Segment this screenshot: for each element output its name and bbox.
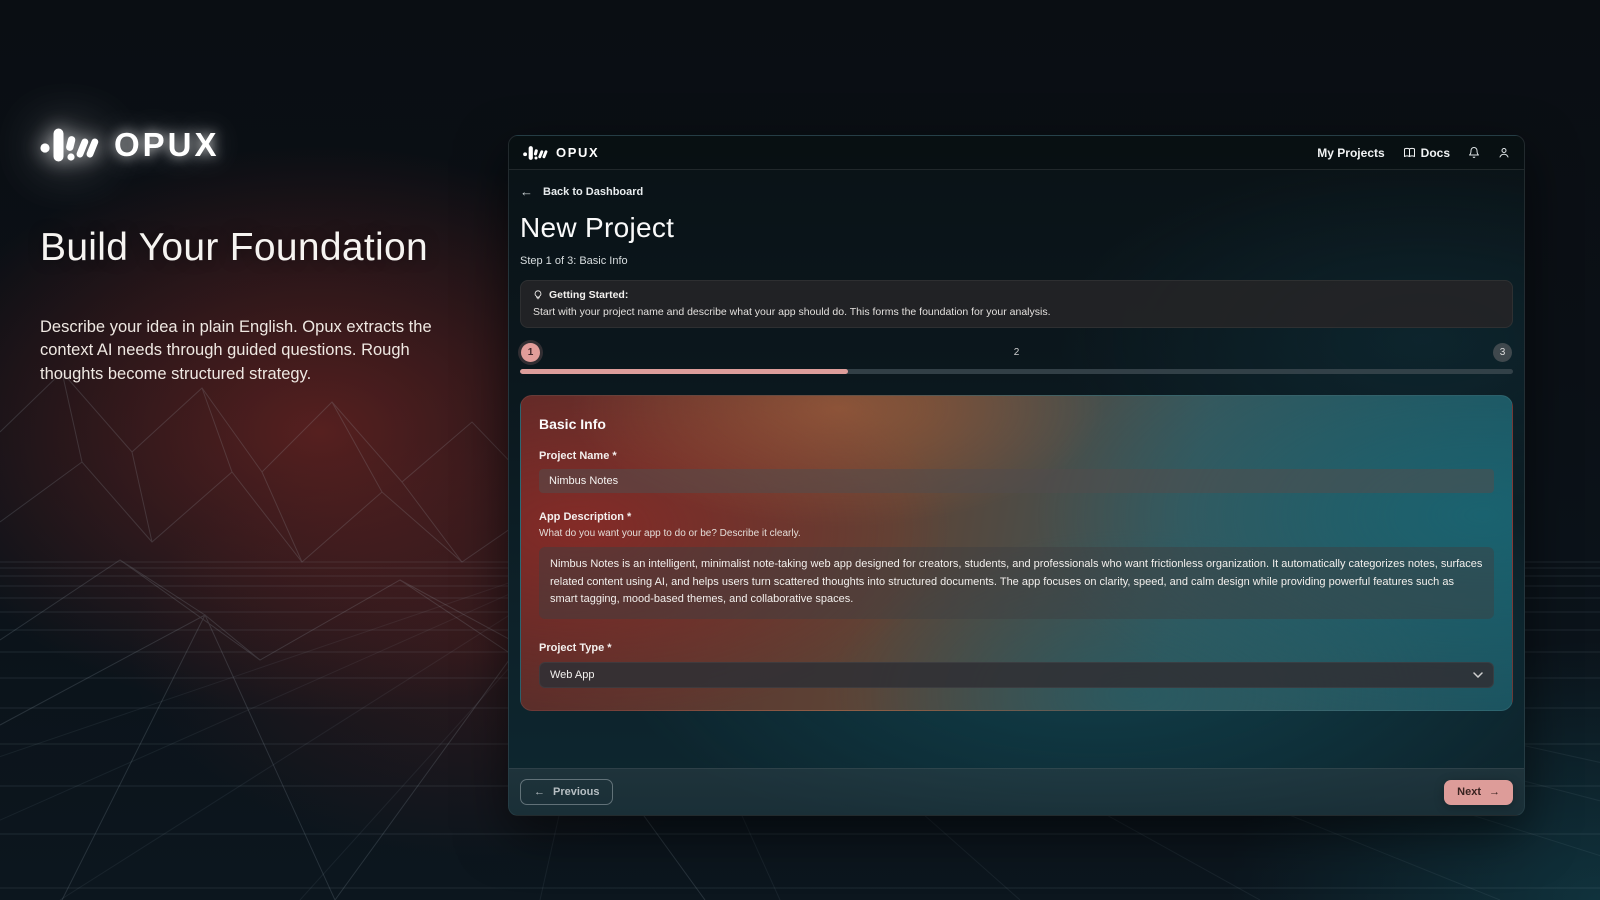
- step-3-marker[interactable]: 3: [1493, 343, 1512, 362]
- chevron-down-icon: [1473, 672, 1483, 678]
- notifications-button[interactable]: [1468, 146, 1480, 159]
- next-button-label: Next: [1457, 786, 1481, 798]
- navbar-logo[interactable]: OPUX: [523, 145, 599, 161]
- user-menu-button[interactable]: [1498, 146, 1510, 159]
- navbar-actions: My Projects Docs: [1317, 146, 1510, 160]
- wizard-steps: 1 2 3: [520, 343, 1513, 362]
- hero-title: Build Your Foundation: [40, 226, 485, 270]
- app-description-textarea[interactable]: Nimbus Notes is an intelligent, minimali…: [539, 547, 1494, 619]
- hero-description: Describe your idea in plain English. Opu…: [40, 316, 470, 386]
- opux-logo-icon: [40, 126, 102, 164]
- app-window: OPUX My Projects Docs: [508, 135, 1525, 816]
- progress-fill: [520, 369, 848, 374]
- hero-logo-text: OPUX: [114, 126, 220, 164]
- project-type-value: Web App: [550, 669, 594, 681]
- nav-docs-label: Docs: [1421, 146, 1450, 160]
- nav-link-my-projects[interactable]: My Projects: [1317, 146, 1384, 160]
- lightbulb-icon: [533, 289, 543, 301]
- project-type-label: Project Type *: [539, 642, 1494, 654]
- opux-logo-icon: [523, 145, 549, 161]
- step-2-marker[interactable]: 2: [1007, 343, 1026, 362]
- hero-panel: OPUX Build Your Foundation Describe your…: [40, 126, 485, 386]
- book-icon: [1403, 147, 1416, 159]
- project-type-select[interactable]: Web App: [539, 662, 1494, 688]
- step-indicator-text: Step 1 of 3: Basic Info: [520, 255, 1513, 267]
- back-to-dashboard-link[interactable]: ← Back to Dashboard: [520, 184, 643, 199]
- back-link-label: Back to Dashboard: [543, 186, 643, 198]
- tip-title: Getting Started:: [549, 289, 628, 301]
- getting-started-tip: Getting Started: Start with your project…: [520, 280, 1513, 328]
- user-icon: [1498, 146, 1510, 159]
- app-description-helper: What do you want your app to do or be? D…: [539, 528, 1494, 539]
- window-body: ← Back to Dashboard New Project Step 1 o…: [509, 184, 1524, 784]
- project-name-label: Project Name *: [539, 450, 1494, 462]
- wizard-footer: ← Previous Next →: [509, 768, 1524, 815]
- nav-link-docs[interactable]: Docs: [1403, 146, 1450, 160]
- hero-logo: OPUX: [40, 126, 485, 164]
- progress-bar-track: [520, 369, 1513, 374]
- nav-my-projects-label: My Projects: [1317, 146, 1384, 160]
- arrow-left-icon: ←: [520, 184, 533, 199]
- page-title: New Project: [520, 212, 1513, 244]
- arrow-left-icon: ←: [534, 786, 545, 798]
- card-title: Basic Info: [539, 416, 1494, 432]
- project-name-input[interactable]: [539, 469, 1494, 493]
- basic-info-card: Basic Info Project Name * App Descriptio…: [520, 395, 1513, 711]
- next-button[interactable]: Next →: [1444, 780, 1513, 805]
- app-description-label: App Description *: [539, 511, 1494, 523]
- tip-body: Start with your project name and describ…: [533, 306, 1500, 318]
- top-navbar: OPUX My Projects Docs: [509, 136, 1524, 170]
- arrow-right-icon: →: [1489, 786, 1500, 798]
- previous-button[interactable]: ← Previous: [520, 779, 613, 805]
- bell-icon: [1468, 146, 1480, 159]
- step-1-marker[interactable]: 1: [521, 343, 540, 362]
- tip-title-row: Getting Started:: [533, 289, 1500, 301]
- previous-button-label: Previous: [553, 786, 599, 798]
- navbar-logo-text: OPUX: [556, 145, 599, 160]
